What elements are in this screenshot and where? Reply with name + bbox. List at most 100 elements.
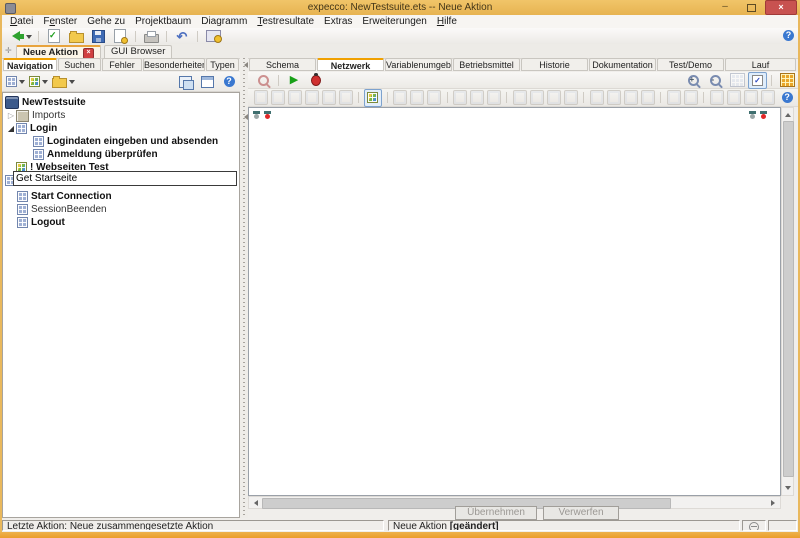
tree-item-rename-input[interactable]: [13, 171, 237, 186]
open-button[interactable]: [65, 29, 87, 44]
tab-suchen[interactable]: Suchen: [58, 58, 101, 71]
scrollbar-thumb[interactable]: [783, 121, 794, 477]
tree-item-logindaten[interactable]: Logindaten eingeben und absenden: [3, 135, 237, 148]
tree-help-button[interactable]: ?: [218, 74, 240, 89]
add-connection-icon[interactable]: [452, 90, 467, 105]
sum-icon[interactable]: [623, 90, 638, 105]
output-pin-icon[interactable]: [264, 111, 271, 121]
zoom-in-button[interactable]: +: [682, 73, 704, 88]
tree-item-newtestsuite[interactable]: NewTestsuite: [3, 96, 237, 109]
menu-projektbaum[interactable]: Projektbaum: [130, 15, 196, 28]
menu-erweiterungen[interactable]: Erweiterungen: [357, 15, 431, 28]
connect-output-icon[interactable]: [410, 90, 425, 105]
tab-netzwerk[interactable]: Netzwerk: [317, 58, 384, 71]
tree-item-login[interactable]: ◢ Login: [3, 122, 237, 135]
tab-neue-aktion[interactable]: Neue Aktion ×: [16, 45, 102, 59]
input-pin-icon[interactable]: [253, 111, 260, 121]
input-pin-icon[interactable]: [749, 111, 756, 121]
scroll-right-icon[interactable]: [769, 497, 780, 508]
route-orthogonal-icon[interactable]: [709, 90, 724, 105]
align-top-icon[interactable]: [546, 90, 561, 105]
collapse-arrow-icon[interactable]: [241, 62, 248, 68]
tree-item-start-connection[interactable]: Start Connection: [3, 190, 237, 203]
palette-button[interactable]: [776, 73, 798, 88]
zoom-out-button[interactable]: -: [704, 73, 726, 88]
edit-step-icon[interactable]: [321, 90, 336, 105]
collapse-arrow-icon[interactable]: [241, 114, 248, 120]
output-pin-icon[interactable]: [760, 111, 767, 121]
route-curved-icon[interactable]: [743, 90, 758, 105]
history-button[interactable]: [202, 29, 224, 44]
align-left-icon[interactable]: [512, 90, 527, 105]
tab-dokumentation[interactable]: Dokumentation: [589, 58, 656, 71]
maximize-button[interactable]: [739, 1, 763, 14]
tree-item-sessionbeenden[interactable]: SessionBeenden: [3, 203, 237, 216]
undo-button[interactable]: ↶: [171, 29, 193, 44]
tab-schema[interactable]: Schema: [249, 58, 316, 71]
align-bottom-icon[interactable]: [563, 90, 578, 105]
ungroup-steps-icon[interactable]: [304, 90, 319, 105]
back-button[interactable]: [5, 29, 34, 44]
expand-step-icon[interactable]: [640, 90, 655, 105]
tab-betriebsmittel[interactable]: Betriebsmittel: [453, 58, 520, 71]
menu-hilfe[interactable]: Hilfe: [432, 15, 462, 28]
minimize-button[interactable]: –: [713, 1, 737, 14]
tab-besonderheiten[interactable]: Besonderheiten: [143, 58, 205, 71]
menu-diagramm[interactable]: Diagramm: [196, 15, 252, 28]
vertical-scrollbar[interactable]: [781, 107, 794, 496]
new-compound-menu-button[interactable]: [27, 74, 50, 89]
menu-gehe-zu[interactable]: Gehe zu: [82, 15, 130, 28]
grid-toggle-button[interactable]: [726, 73, 748, 88]
tree-item-anmeldung[interactable]: Anmeldung überprüfen: [3, 148, 237, 161]
insert-action-button[interactable]: [363, 88, 382, 107]
zoom-reset-button[interactable]: [252, 73, 274, 88]
duplicate-step-icon[interactable]: [270, 90, 285, 105]
commit-button[interactable]: ✓: [43, 29, 65, 44]
group-steps-icon[interactable]: [287, 90, 302, 105]
expander-collapsed-icon[interactable]: ▷: [6, 109, 16, 122]
tab-gui-browser[interactable]: GUI Browser: [104, 45, 173, 58]
route-straight-icon[interactable]: [726, 90, 741, 105]
float-window-button[interactable]: [174, 74, 196, 90]
snap-toggle-button[interactable]: ✓: [748, 71, 767, 89]
new-action-menu-button[interactable]: [4, 74, 27, 89]
scroll-up-icon[interactable]: [782, 108, 793, 119]
tab-fehler[interactable]: Fehler: [102, 58, 142, 71]
help-icon[interactable]: ?: [783, 30, 794, 41]
distribute-horizontal-icon[interactable]: [589, 90, 604, 105]
tree-item-logout[interactable]: Logout: [3, 216, 237, 229]
scroll-down-icon[interactable]: [782, 484, 793, 495]
network-canvas[interactable]: [248, 107, 781, 496]
tab-test-demo[interactable]: Test/Demo: [657, 58, 724, 71]
expander-expanded-icon[interactable]: ◢: [6, 122, 16, 135]
debug-button[interactable]: [305, 72, 327, 88]
dock-icon[interactable]: ✛: [5, 47, 13, 55]
tab-historie[interactable]: Historie: [521, 58, 588, 71]
menu-datei[interactable]: Datei: [5, 15, 38, 28]
save-layout-button[interactable]: [196, 74, 218, 89]
step-properties-icon[interactable]: [338, 90, 353, 105]
connect-steps-icon[interactable]: [427, 90, 442, 105]
swap-pins-icon[interactable]: [666, 90, 681, 105]
print-button[interactable]: [140, 29, 162, 44]
new-document-button[interactable]: [109, 29, 131, 44]
apply-button[interactable]: Übernehmen: [455, 506, 537, 520]
close-button[interactable]: ×: [765, 0, 797, 15]
scroll-left-icon[interactable]: [249, 497, 260, 508]
menu-extras[interactable]: Extras: [319, 15, 357, 28]
new-folder-menu-button[interactable]: [50, 74, 77, 89]
distribute-vertical-icon[interactable]: [606, 90, 621, 105]
network-help-button[interactable]: ?: [776, 90, 798, 105]
reroute-connection-icon[interactable]: [486, 90, 501, 105]
menu-fenster[interactable]: Fenster: [38, 15, 82, 28]
tree-item-imports[interactable]: ▷ Imports: [3, 109, 237, 122]
tab-typen[interactable]: Typen: [206, 58, 239, 71]
save-button[interactable]: [87, 29, 109, 44]
align-right-icon[interactable]: [529, 90, 544, 105]
connect-input-icon[interactable]: [393, 90, 408, 105]
new-step-icon[interactable]: [253, 90, 268, 105]
route-auto-icon[interactable]: [760, 90, 775, 105]
run-button[interactable]: ▶: [283, 73, 305, 88]
discard-button[interactable]: Verwerfen: [543, 506, 619, 520]
tab-lauf[interactable]: Lauf: [725, 58, 796, 71]
